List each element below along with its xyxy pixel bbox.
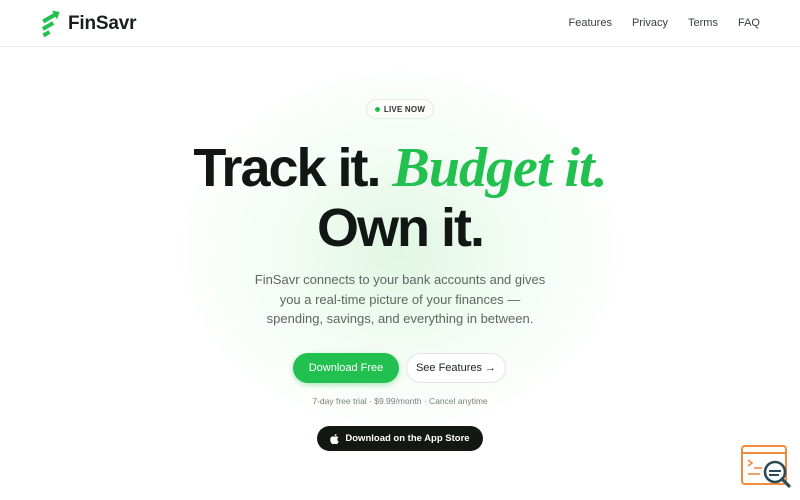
main-nav: Features Privacy Terms FAQ (569, 17, 760, 29)
apple-icon (330, 433, 340, 444)
nav-link-privacy[interactable]: Privacy (632, 17, 668, 29)
headline-part-track: Track it. (193, 138, 381, 198)
app-store-button[interactable]: Download on the App Store (317, 426, 483, 451)
upward-arrow-logo-icon (41, 10, 60, 38)
live-dot-icon (374, 106, 380, 112)
nav-link-features[interactable]: Features (569, 17, 612, 29)
hero-headline: Track it. Budget it. Own it. (0, 138, 800, 258)
brand-logo[interactable]: FinSavr (40, 10, 136, 38)
nav-link-faq[interactable]: FAQ (738, 17, 760, 29)
search-widget-icon[interactable] (740, 444, 792, 490)
headline-part-own: Own it. (317, 198, 485, 258)
site-header: FinSavr Features Privacy Terms FAQ (0, 0, 800, 47)
see-features-button[interactable]: See Features → (406, 353, 506, 383)
trial-pricing-note: 7-day free trial · $9.99/month · Cancel … (312, 396, 488, 406)
app-store-label: Download on the App Store (345, 433, 470, 444)
brand-name: FinSavr (68, 13, 137, 34)
headline-accent-budget: Budget it. (392, 137, 608, 199)
hero-subtitle: FinSavr connects to your bank accounts a… (254, 272, 546, 326)
download-free-button[interactable]: Download Free (293, 353, 399, 383)
live-status-badge: LIVE NOW (366, 99, 434, 119)
nav-link-terms[interactable]: Terms (688, 17, 718, 29)
badge-label: LIVE NOW (383, 104, 426, 114)
